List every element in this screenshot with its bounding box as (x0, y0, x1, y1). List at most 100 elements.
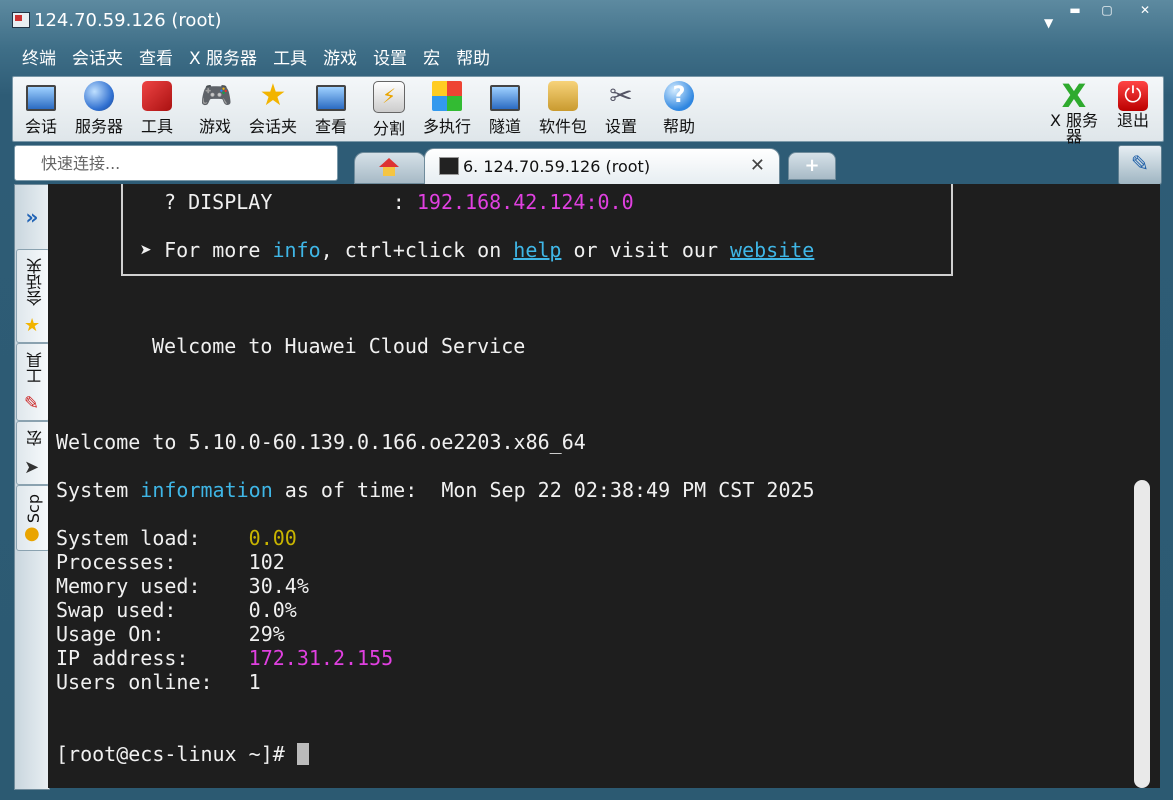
minimize-button[interactable]: ▬ (1061, 2, 1089, 18)
stat-label: Swap used: (56, 598, 249, 622)
maximize-button[interactable]: ▢ (1093, 2, 1121, 18)
toolbar: 会话 服务器 工具 🎮 游戏 ★ 会话夹 查看 ⚡ 分割 多执行 隧道 软件包 … (12, 76, 1164, 145)
stat-value: 0.0% (248, 598, 297, 622)
toolbar-session-button[interactable]: 会话 (13, 79, 69, 139)
more-info-line: ➤ For more info, ctrl+click on help or v… (140, 238, 814, 262)
stat-value: 30.4% (248, 574, 309, 598)
quick-connect (14, 145, 343, 181)
terminal-scrollbar[interactable] (1134, 184, 1150, 788)
display-value: 192.168.42.124:0.0 (416, 190, 634, 214)
stat-value: 172.31.2.155 (248, 646, 394, 670)
toolbar-multiexec-button[interactable]: 多执行 (419, 79, 475, 139)
tab-session-label: 6. 124.70.59.126 (root) (463, 157, 651, 176)
help-icon: ? (664, 81, 694, 111)
info-link[interactable]: info (272, 238, 320, 262)
multiexec-icon (432, 81, 462, 111)
stat-value: 0.00 (248, 526, 297, 550)
sysinfo-prefix: System (56, 478, 141, 502)
toolbar-help-button[interactable]: ? 帮助 (651, 79, 707, 139)
tab-close-icon[interactable]: ✕ (750, 155, 765, 176)
sidebar-tab-macros[interactable]: 宏 ➤ (16, 421, 50, 485)
stat-line: Memory used: 30.4% (56, 574, 309, 598)
attach-icon[interactable]: ✎ (1118, 145, 1162, 185)
scrollbar-thumb[interactable] (1134, 480, 1150, 788)
toolbar-split-button[interactable]: ⚡ 分割 (361, 79, 417, 139)
toolbar-split-label: 分割 (372, 119, 405, 138)
toolbar-servers-button[interactable]: 服务器 (71, 79, 127, 139)
servers-globe-icon (84, 81, 114, 111)
expand-sidebar-icon[interactable]: » (15, 185, 49, 249)
sidebar-tab-tools-label: 工具 (26, 352, 45, 384)
menu-view[interactable]: 查看 (131, 44, 181, 74)
stat-line: IP address: 172.31.2.155 (56, 646, 393, 670)
menu-help[interactable]: 帮助 (448, 44, 498, 74)
stat-label: System load: (56, 526, 249, 550)
stat-line: System load: 0.00 (56, 526, 297, 550)
menu-sessions[interactable]: 会话夹 (64, 44, 131, 74)
text-cursor (296, 743, 309, 765)
help-link[interactable]: help (513, 238, 561, 262)
sysinfo-line: System information as of time: Mon Sep 2… (56, 478, 815, 502)
toolbar-games-label: 游戏 (198, 117, 231, 136)
more-mid2: or visit our (561, 238, 731, 262)
packages-icon (548, 81, 578, 111)
stat-value: 102 (248, 550, 285, 574)
tunneling-icon (490, 85, 520, 111)
display-line: ? DISPLAY : 192.168.42.124:0.0 (164, 190, 634, 214)
menu-xserver[interactable]: X 服务器 (181, 44, 265, 74)
menu-settings[interactable]: 设置 (365, 44, 415, 74)
prompt-line[interactable]: [root@ecs-linux ~]# (56, 742, 309, 766)
macro-icon: ➤ (24, 457, 40, 478)
toolbar-view-button[interactable]: 查看 (303, 79, 359, 139)
sidebar-tab-tools[interactable]: 工具 ✎ (16, 343, 50, 421)
shell-prompt: [root@ecs-linux ~]# (56, 742, 297, 766)
power-icon: ⏻ (1118, 81, 1148, 111)
home-icon (379, 158, 399, 176)
toolbar-tunneling-button[interactable]: 隧道 (477, 79, 533, 139)
sysinfo-word: information (140, 478, 273, 502)
toolbar-xserver-label: X 服务器 (1049, 111, 1099, 146)
new-tab-button[interactable]: + (788, 152, 836, 180)
x-server-icon: X (1061, 77, 1087, 115)
toolbar-servers-label: 服务器 (74, 117, 123, 136)
more-mid: , ctrl+click on (320, 238, 514, 262)
sidebar-tab-macros-label: 宏 (26, 430, 45, 446)
menu-terminal[interactable]: 终端 (14, 44, 64, 74)
toolbar-session-label: 会话 (24, 117, 57, 136)
toolbar-settings-label: 设置 (604, 117, 637, 136)
toolbar-tools-button[interactable]: 工具 (129, 79, 185, 139)
toolbar-settings-button[interactable]: ✂ 设置 (593, 79, 649, 139)
stat-line: Usage On: 29% (56, 622, 285, 646)
games-icon: 🎮 (200, 81, 233, 111)
welcome-huawei: Welcome to Huawei Cloud Service (152, 334, 526, 358)
toolbar-exit-button[interactable]: ⏻ 退出 (1105, 79, 1161, 139)
sysinfo-suffix: as of time: Mon Sep 22 02:38:49 PM CST 2… (272, 478, 815, 502)
stat-label: Usage On: (56, 622, 249, 646)
toolbar-games-button[interactable]: 🎮 游戏 (187, 79, 243, 139)
terminal-icon (439, 157, 459, 175)
quick-connect-input[interactable] (39, 147, 343, 179)
chevron-down-icon[interactable]: ▼ (1044, 16, 1053, 30)
close-window-button[interactable]: ✕ (1125, 2, 1165, 18)
sidebar-tab-sessions[interactable]: 会话夹 ★ (16, 249, 50, 343)
toolbar-help-label: 帮助 (662, 117, 695, 136)
stat-label: IP address: (56, 646, 249, 670)
app-icon (12, 12, 30, 28)
toolbar-packages-button[interactable]: 软件包 (535, 79, 591, 139)
menu-tools[interactable]: 工具 (265, 44, 315, 74)
title-bar: 124.70.59.126 (root) ▼ ▬ ▢ ✕ (0, 0, 1173, 44)
stat-label: Processes: (56, 550, 249, 574)
menu-games[interactable]: 游戏 (315, 44, 365, 74)
tab-home[interactable] (354, 152, 426, 184)
toolbar-xserver-button[interactable]: X X 服务器 (1043, 77, 1105, 145)
sidebar-tab-scp-label: Scp (24, 494, 43, 524)
sidebar-tab-scp[interactable]: Scp ● (16, 485, 50, 551)
website-link[interactable]: website (730, 238, 814, 262)
terminal-area[interactable]: ? DISPLAY : 192.168.42.124:0.0 ➤ For mor… (48, 184, 1160, 788)
menu-macros[interactable]: 宏 (415, 44, 448, 74)
session-monitor-icon (26, 85, 56, 111)
tab-session-active[interactable]: 6. 124.70.59.126 (root) ✕ (424, 148, 780, 185)
window-controls: ▬ ▢ ✕ (1061, 2, 1165, 18)
toolbar-sessions-label: 会话夹 (248, 117, 297, 136)
toolbar-sessions-button[interactable]: ★ 会话夹 (245, 79, 301, 139)
